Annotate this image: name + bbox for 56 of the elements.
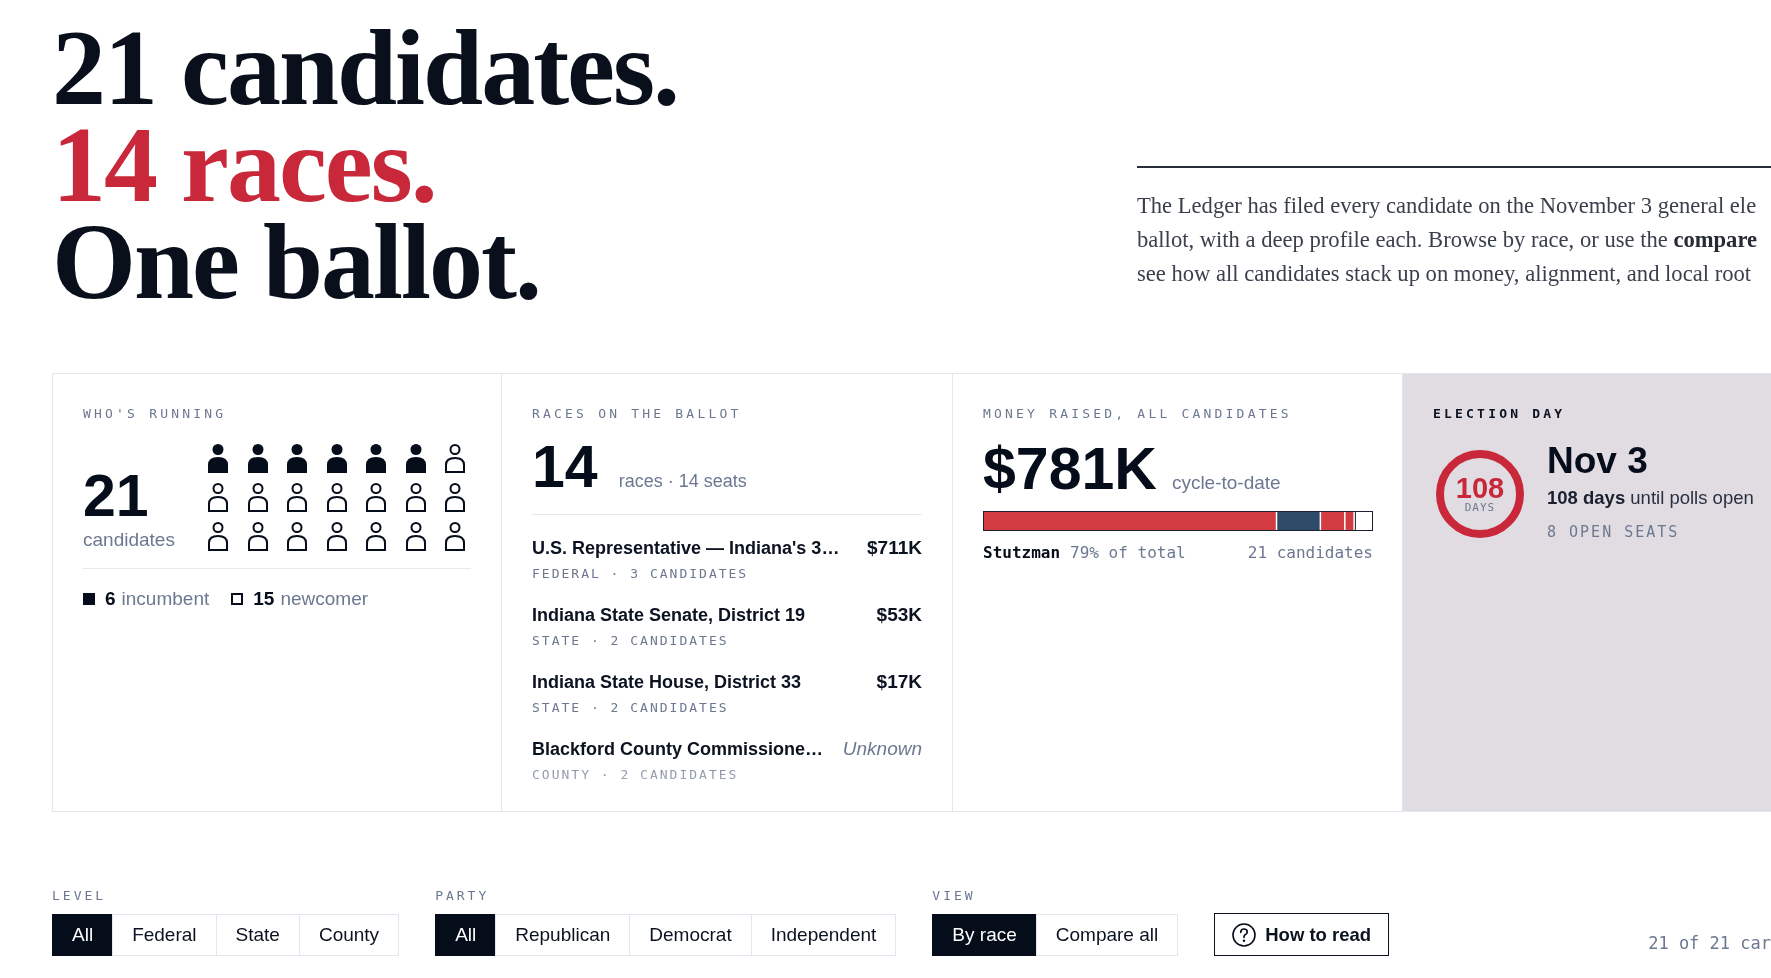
card-label: RACES ON THE BALLOT [532,406,742,422]
election-date: Nov 3 [1547,442,1648,479]
filter-option[interactable]: By race [932,914,1037,956]
filter-option[interactable]: All [435,914,497,956]
headline-line: One ballot. [52,213,541,310]
leader-name: Stutzman [983,543,1061,563]
legend-square-icon [231,593,244,605]
help-button[interactable]: How to read [1214,913,1390,956]
help-icon [1232,922,1257,947]
filter-label: PARTY [435,888,490,904]
filter-option[interactable]: All [52,914,114,956]
stat-number: 14 [532,438,598,497]
filter-label: LEVEL [52,888,107,904]
filter-option[interactable]: State [215,914,300,956]
race-amount: $53K [876,603,922,627]
result-count: 21 of 21 car [1648,933,1771,953]
race-meta: STATE · 2 CANDIDATES [532,699,729,717]
race-amount: Unknown [842,737,922,761]
leader-share: 79% of total [1070,543,1186,563]
money-total: $781K [983,440,1157,499]
money-note: cycle-to-date [1171,472,1281,494]
legend-label: newcomer [280,588,369,610]
legend-count: 15 [253,588,275,610]
race-amount: $711K [867,536,922,560]
race-meta: STATE · 2 CANDIDATES [532,632,729,650]
race-title: U.S. Representative — Indiana's 3… [532,537,840,560]
race-title: Indiana State Senate, District 19 [532,604,806,627]
race-amount: $17K [876,670,922,694]
candidate-count: 21 candidates [1247,543,1373,563]
filter-label: VIEW [932,888,976,904]
card-label: ELECTION DAY [1433,406,1566,422]
legend-square-icon [83,593,95,605]
race-title: Blackford County Commissione… [532,738,824,761]
legend-label: incumbent [121,588,210,610]
intro-paragraph: The Ledger has filed every candidate on the November 3 general ele ballot, with a deep profile each. Browse by race, or use the compare see how all candidates stack up on money, alignment, and local root [1137,192,1759,288]
card-label: WHO'S RUNNING [83,406,227,422]
stat-number: 21 [83,467,149,526]
stat-unit: candidates [83,529,175,551]
open-seats: 8 OPEN SEATS [1547,522,1680,542]
race-meta: COUNTY · 2 CANDIDATES [532,766,739,784]
headline-line: 21 candidates. [52,19,679,116]
race-meta: FEDERAL · 3 CANDIDATES [532,565,749,583]
filter-option[interactable]: Republican [495,914,631,956]
countdown-unit: DAYS [1464,502,1496,514]
headline-line: 14 races. [52,116,436,213]
card-label: MONEY RAISED, ALL CANDIDATES [983,406,1292,422]
filter-option[interactable]: Federal [112,914,217,956]
filter-option[interactable]: Independent [750,914,897,956]
countdown-number: 108 [1455,474,1505,502]
filter-option[interactable]: County [298,914,400,956]
race-title: Indiana State House, District 33 [532,671,802,694]
countdown-text: 108 days until polls open [1547,486,1754,510]
filter-option[interactable]: Compare all [1035,914,1179,956]
races-summary: races · 14 seats [618,471,747,492]
legend-count: 6 [105,588,116,610]
filter-option[interactable]: Democrat [629,914,752,956]
